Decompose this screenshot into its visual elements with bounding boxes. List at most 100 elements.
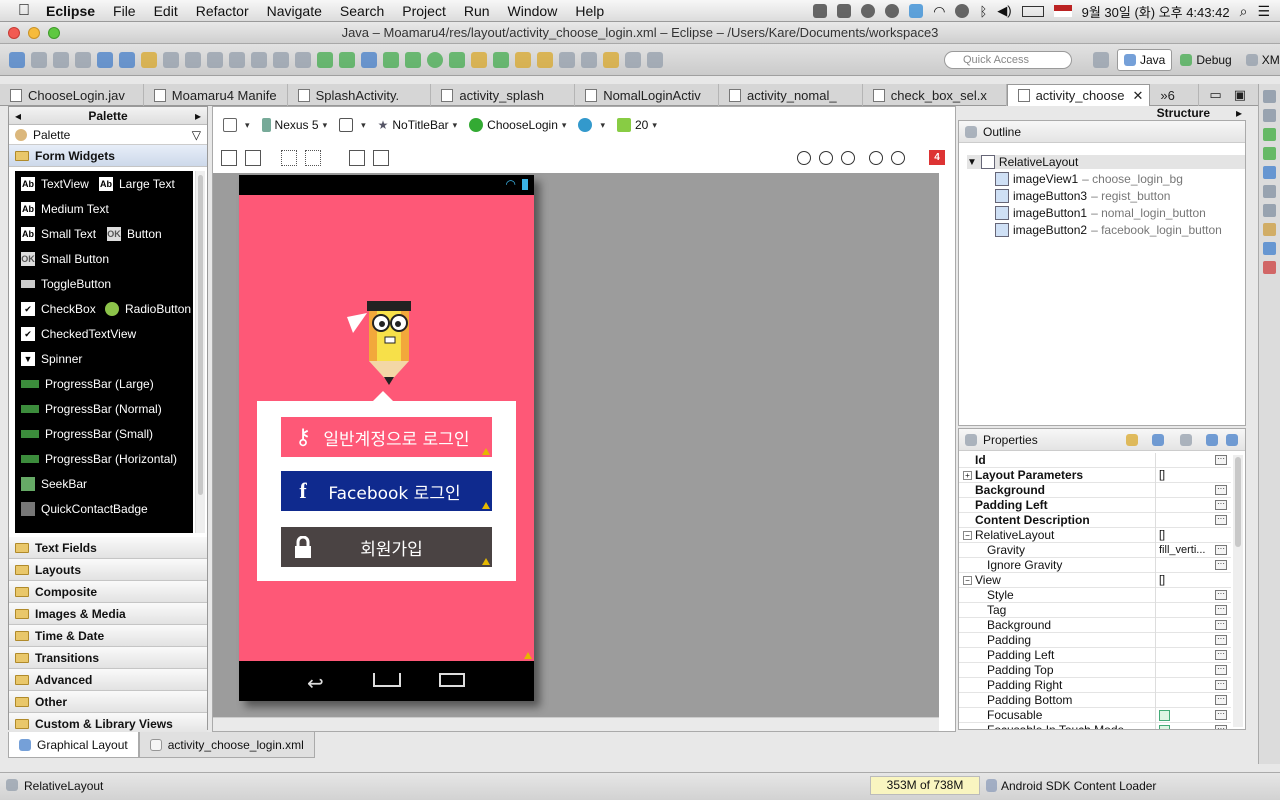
- property-row[interactable]: Focusable ···: [959, 708, 1231, 723]
- property-browse-button[interactable]: ···: [1215, 680, 1227, 690]
- outline-item[interactable]: imageButton2– facebook_login_button: [995, 223, 1222, 237]
- sync-icon[interactable]: [885, 4, 900, 18]
- property-row[interactable]: Style ···: [959, 588, 1231, 603]
- restore-icon[interactable]: [1263, 185, 1276, 198]
- tab-activity-nomal[interactable]: activity_nomal_: [719, 84, 863, 106]
- flag-icon[interactable]: [1053, 5, 1072, 17]
- save-all-icon[interactable]: [53, 51, 69, 68]
- property-browse-button[interactable]: ···: [1215, 635, 1227, 645]
- skip-breakpoints-icon[interactable]: [361, 51, 377, 68]
- gravity-icon[interactable]: [305, 150, 321, 166]
- run-last-icon[interactable]: [449, 51, 465, 68]
- folder-text-fields[interactable]: Text Fields: [9, 537, 207, 559]
- property-row[interactable]: Tag ···: [959, 603, 1231, 618]
- device-preview[interactable]: ◠ ⚷ 일반계정으로 로그인 f Facebook 로그인 회원가입 ↩: [239, 175, 534, 701]
- maximize-editor-icon[interactable]: ▣: [1234, 87, 1246, 103]
- property-browse-button[interactable]: ···: [1215, 710, 1227, 720]
- bluetooth-icon[interactable]: ᛒ: [979, 4, 987, 19]
- clock[interactable]: 9월 30일 (화) 오후 4:43:42: [1082, 2, 1230, 21]
- property-browse-button[interactable]: ···: [1215, 605, 1227, 615]
- palette-right-arrow[interactable]: ▸: [195, 107, 201, 125]
- tab-manifest[interactable]: Moamaru4 Manife: [144, 84, 288, 106]
- restore-icon[interactable]: [1263, 90, 1276, 103]
- pin-icon[interactable]: [647, 51, 663, 68]
- perspective-java[interactable]: Java: [1117, 49, 1173, 71]
- property-browse-button[interactable]: ···: [1215, 545, 1227, 555]
- run-icon[interactable]: [427, 51, 443, 68]
- menu-edit[interactable]: Edit: [145, 3, 187, 19]
- device-dropdown[interactable]: Nexus 5: [260, 118, 330, 132]
- logcat-icon[interactable]: [1263, 204, 1276, 217]
- widget-toggle-button[interactable]: ToggleButton: [21, 277, 111, 291]
- at-icon[interactable]: [1263, 242, 1276, 255]
- menu-project[interactable]: Project: [393, 3, 455, 19]
- task-list-icon[interactable]: [1263, 109, 1276, 122]
- chevron-down-icon[interactable]: ▽: [192, 128, 201, 142]
- property-browse-button[interactable]: ···: [1215, 665, 1227, 675]
- property-value[interactable]: []: [1159, 468, 1215, 483]
- property-value[interactable]: []: [1159, 573, 1215, 588]
- widget-progressbar-large[interactable]: ProgressBar (Large): [21, 377, 154, 391]
- property-value[interactable]: fill_verti...: [1159, 543, 1215, 558]
- undo-icon[interactable]: [163, 51, 179, 68]
- property-browse-button[interactable]: ···: [1215, 455, 1227, 465]
- menu-help[interactable]: Help: [566, 3, 613, 19]
- widget-progressbar-horizontal[interactable]: ProgressBar (Horizontal): [21, 452, 177, 466]
- palette-scrollbar[interactable]: [195, 171, 205, 533]
- property-row[interactable]: Background ···: [959, 483, 1231, 498]
- dropbox-icon[interactable]: [837, 4, 852, 18]
- perspective-xml[interactable]: XML: [1240, 50, 1280, 70]
- outline-item[interactable]: imageButton1– nomal_login_button: [995, 206, 1206, 220]
- menu-navigate[interactable]: Navigate: [258, 3, 331, 19]
- task-icon[interactable]: [383, 51, 399, 68]
- margins-icon[interactable]: [281, 150, 297, 166]
- tab-check-box-sel[interactable]: check_box_sel.x: [863, 84, 1007, 106]
- palette-left-arrow[interactable]: ◂: [15, 107, 21, 125]
- status-job[interactable]: Android SDK Content Loader: [1001, 779, 1156, 793]
- tab-xml-source[interactable]: activity_choose_login.xml: [138, 732, 315, 758]
- widget-small-button[interactable]: OK Small Button: [21, 252, 109, 266]
- property-browse-button[interactable]: ···: [1215, 695, 1227, 705]
- bell-icon[interactable]: [813, 4, 828, 18]
- property-row[interactable]: − RelativeLayout []: [959, 528, 1231, 543]
- folder-transitions[interactable]: Transitions: [9, 647, 207, 669]
- annotation-icon[interactable]: [559, 51, 575, 68]
- volume-icon[interactable]: ◀): [997, 3, 1011, 19]
- properties-scrollbar[interactable]: [1233, 455, 1243, 727]
- property-row[interactable]: Padding Top ···: [959, 663, 1231, 678]
- property-row[interactable]: Focusable In Touch Mode ···: [959, 723, 1231, 729]
- menu-file[interactable]: File: [104, 3, 145, 19]
- property-browse-button[interactable]: ···: [1215, 725, 1227, 729]
- outline-root[interactable]: ▼ RelativeLayout: [967, 155, 1245, 169]
- property-row[interactable]: Gravity fill_verti... ···: [959, 543, 1231, 558]
- widget-spinner[interactable]: ▼ Spinner: [21, 352, 82, 366]
- tab-splash-activity[interactable]: SplashActivity.: [288, 84, 432, 106]
- sort-az-icon[interactable]: [1152, 433, 1164, 446]
- property-row[interactable]: Id ···: [959, 453, 1231, 468]
- widget-progressbar-small[interactable]: ProgressBar (Small): [21, 427, 153, 441]
- property-row[interactable]: Padding Left ···: [959, 498, 1231, 513]
- folder-images-media[interactable]: Images & Media: [9, 603, 207, 625]
- tab-overflow[interactable]: »6: [1150, 84, 1200, 106]
- redo-icon[interactable]: [185, 51, 201, 68]
- new-icon[interactable]: [9, 51, 25, 68]
- toggle-fill-height-icon[interactable]: [245, 150, 261, 166]
- outline-item[interactable]: imageView1– choose_login_bg: [995, 172, 1183, 186]
- widget-textview[interactable]: Ab TextView: [21, 177, 89, 191]
- tab-nomal-login-activity[interactable]: NomalLoginActiv: [575, 84, 719, 106]
- property-browse-button[interactable]: ···: [1215, 560, 1227, 570]
- chat-icon[interactable]: [861, 4, 876, 18]
- restore-default-icon[interactable]: [1180, 433, 1192, 446]
- resume-icon[interactable]: [229, 51, 245, 68]
- tab-activity-splash[interactable]: activity_splash: [431, 84, 576, 106]
- property-row[interactable]: Padding Bottom ···: [959, 693, 1231, 708]
- widget-radio-button[interactable]: RadioButton: [105, 302, 191, 316]
- forward-icon[interactable]: [625, 51, 641, 68]
- zoom-100-icon[interactable]: [841, 151, 855, 165]
- theme-dropdown[interactable]: ★ NoTitleBar: [376, 118, 460, 132]
- expand-toggle-icon[interactable]: −: [963, 576, 972, 585]
- expand-all-icon[interactable]: [1206, 433, 1218, 446]
- property-browse-button[interactable]: ···: [1215, 515, 1227, 525]
- property-checkbox[interactable]: [1159, 710, 1170, 721]
- error-log-icon[interactable]: [1263, 261, 1276, 274]
